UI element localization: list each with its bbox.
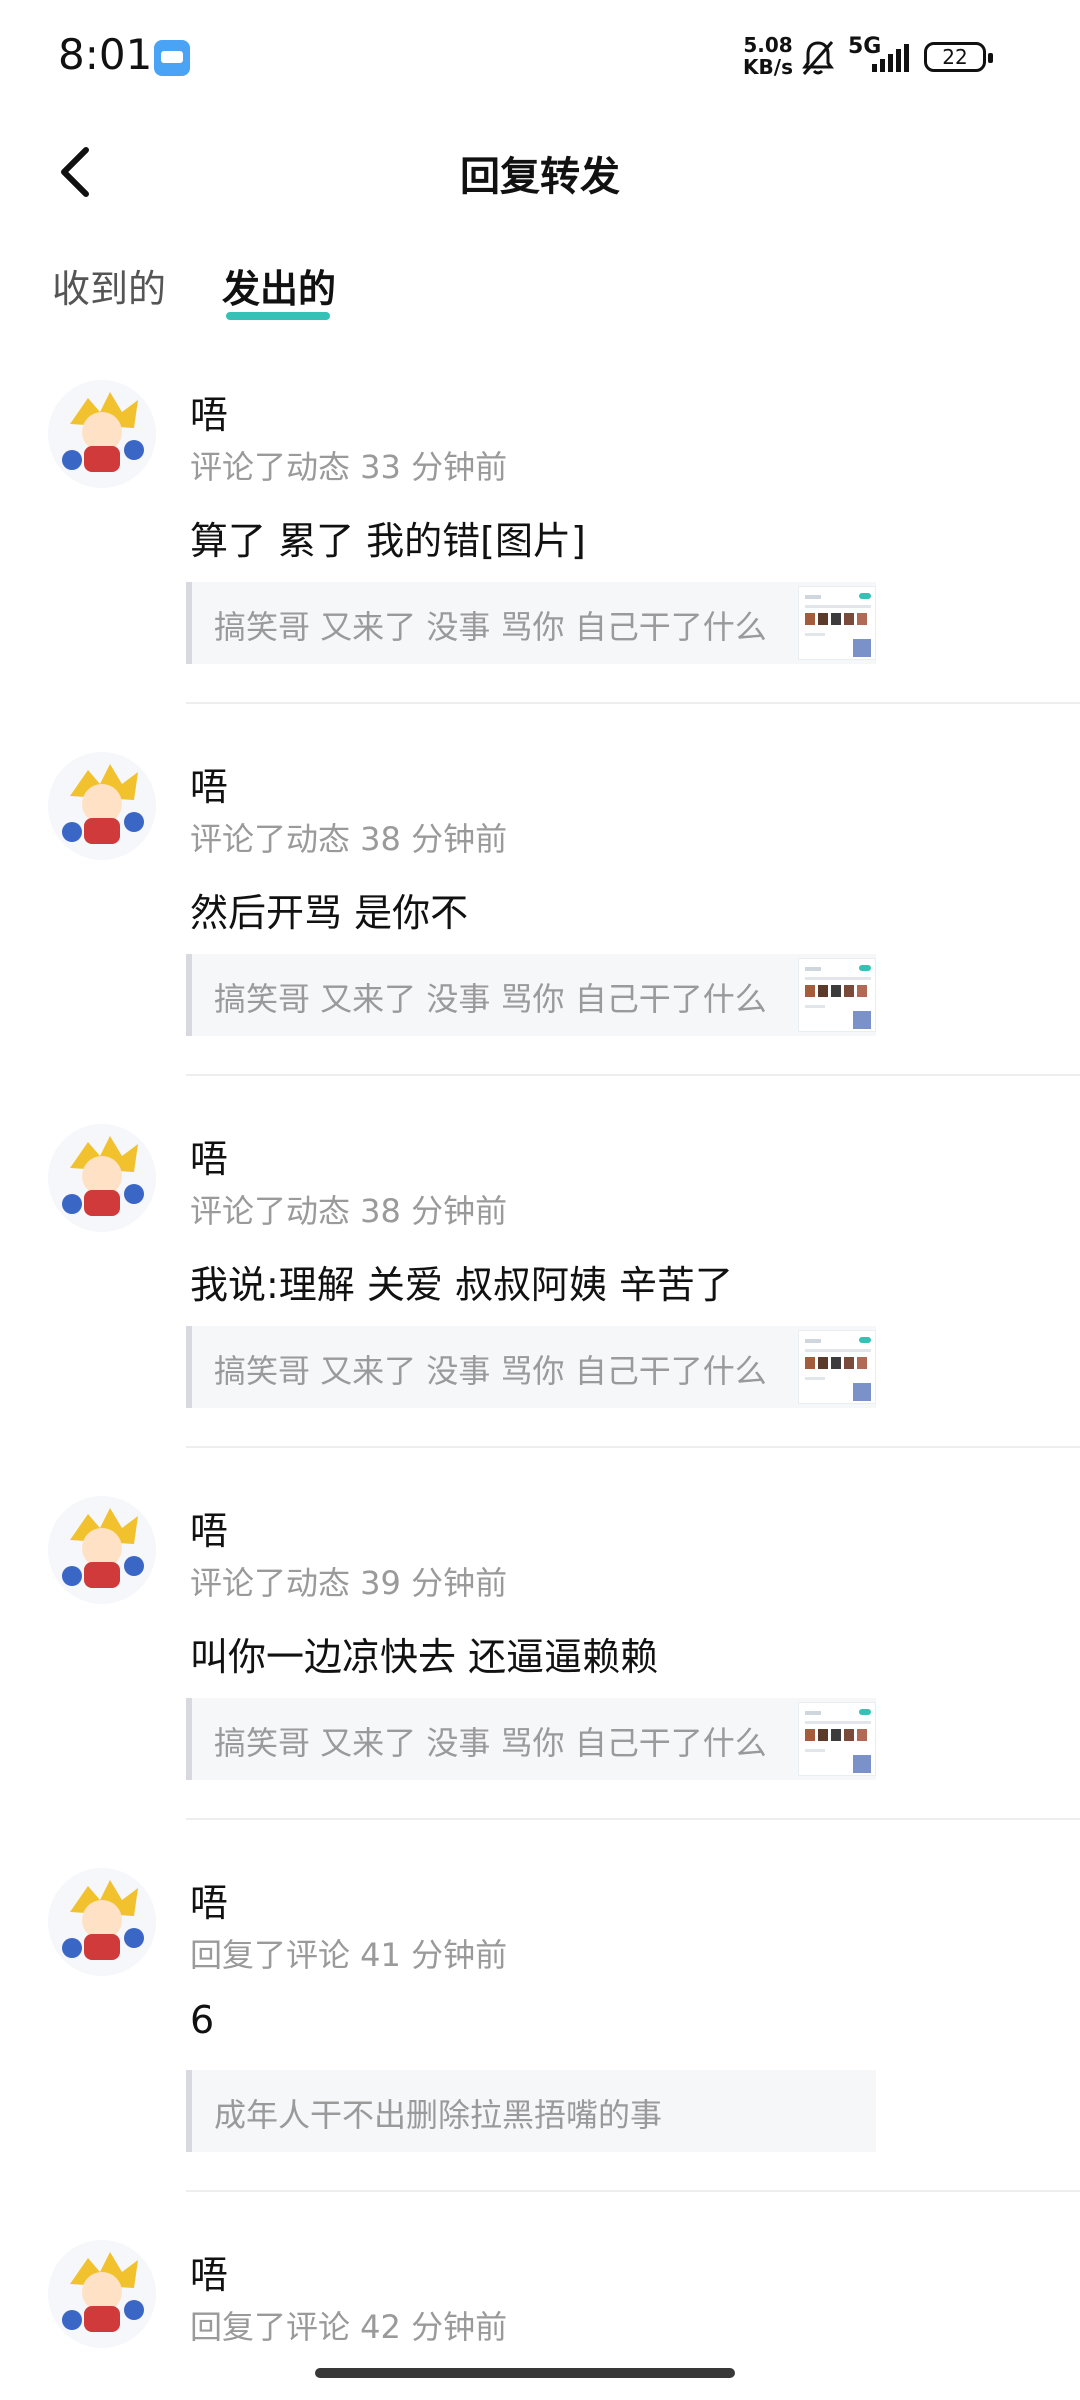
status-time: 8:01 bbox=[58, 30, 153, 79]
avatar[interactable] bbox=[48, 2240, 156, 2348]
username[interactable]: 唔 bbox=[190, 756, 228, 811]
status-bar: 8:01 5.08 KB/s 5G 22 bbox=[0, 0, 1080, 110]
original-comment-text: 成年人干不出删除拉黑捂嘴的事 bbox=[214, 2096, 663, 2134]
list-item[interactable]: 唔 评论了动态 38 分钟前 我说:理解 关爱 叔叔阿姨 辛苦了 搞笑哥 又来了… bbox=[0, 1116, 1080, 1488]
original-post-preview[interactable]: 搞笑哥 又来了 没事 骂你 自己干了什么 bbox=[186, 954, 876, 1036]
comment-text: 叫你一边凉快去 还逼逼赖赖 bbox=[190, 1635, 659, 1679]
tabs: 收到的 发出的 bbox=[0, 258, 1080, 328]
divider bbox=[186, 1818, 1080, 1820]
list-item[interactable]: 唔 评论了动态 38 分钟前 然后开骂 是你不 搞笑哥 又来了 没事 骂你 自己… bbox=[0, 744, 1080, 1116]
tab-selected-indicator bbox=[226, 312, 330, 320]
list-item[interactable]: 唔 回复了评论 41 分钟前 6 成年人干不出删除拉黑捂嘴的事 bbox=[0, 1860, 1080, 2232]
original-post-text: 搞笑哥 又来了 没事 骂你 自己干了什么 bbox=[214, 1724, 767, 1762]
item-meta: 回复了评论 42 分钟前 bbox=[190, 2308, 508, 2346]
item-meta: 评论了动态 33 分钟前 bbox=[190, 448, 508, 486]
username[interactable]: 唔 bbox=[190, 384, 228, 439]
post-thumbnail bbox=[798, 586, 876, 660]
avatar[interactable] bbox=[48, 1124, 156, 1232]
post-thumbnail bbox=[798, 1330, 876, 1404]
battery-icon: 22 bbox=[924, 42, 993, 72]
username[interactable]: 唔 bbox=[190, 1500, 228, 1555]
original-post-text: 搞笑哥 又来了 没事 骂你 自己干了什么 bbox=[214, 980, 767, 1018]
post-thumbnail bbox=[798, 1702, 876, 1776]
username[interactable]: 唔 bbox=[190, 1128, 228, 1183]
divider bbox=[186, 1446, 1080, 1448]
list-item[interactable]: 唔 评论了动态 39 分钟前 叫你一边凉快去 还逼逼赖赖 搞笑哥 又来了 没事 … bbox=[0, 1488, 1080, 1860]
comment-text: 6 bbox=[190, 1998, 215, 2042]
tab-sent[interactable]: 发出的 bbox=[222, 258, 336, 313]
original-comment-preview[interactable]: 成年人干不出删除拉黑捂嘴的事 bbox=[186, 2070, 876, 2152]
network-speed: 5.08 KB/s bbox=[738, 34, 798, 78]
divider bbox=[186, 1074, 1080, 1076]
app-notification-icon bbox=[154, 40, 190, 76]
bell-mute-icon bbox=[802, 41, 834, 75]
divider bbox=[186, 702, 1080, 704]
original-post-text: 搞笑哥 又来了 没事 骂你 自己干了什么 bbox=[214, 1352, 767, 1390]
page-title: 回复转发 bbox=[460, 154, 620, 200]
username[interactable]: 唔 bbox=[190, 1872, 228, 1927]
item-meta: 回复了评论 41 分钟前 bbox=[190, 1936, 508, 1974]
battery-level: 22 bbox=[942, 45, 968, 69]
avatar[interactable] bbox=[48, 380, 156, 488]
avatar[interactable] bbox=[48, 1496, 156, 1604]
tab-received[interactable]: 收到的 bbox=[52, 258, 166, 313]
network-speed-unit: KB/s bbox=[743, 55, 793, 79]
network-speed-value: 5.08 bbox=[743, 33, 793, 57]
comment-text: 算了 累了 我的错[图片] bbox=[190, 519, 586, 563]
item-meta: 评论了动态 38 分钟前 bbox=[190, 1192, 508, 1230]
original-post-preview[interactable]: 搞笑哥 又来了 没事 骂你 自己干了什么 bbox=[186, 1698, 876, 1780]
original-post-text: 搞笑哥 又来了 没事 骂你 自己干了什么 bbox=[214, 608, 767, 646]
item-meta: 评论了动态 39 分钟前 bbox=[190, 1564, 508, 1602]
signal-icon bbox=[872, 44, 909, 72]
username[interactable]: 唔 bbox=[190, 2244, 228, 2299]
avatar[interactable] bbox=[48, 1868, 156, 1976]
divider bbox=[186, 2190, 1080, 2192]
list-item[interactable]: 唔 评论了动态 33 分钟前 算了 累了 我的错[图片] 搞笑哥 又来了 没事 … bbox=[0, 372, 1080, 744]
original-post-preview[interactable]: 搞笑哥 又来了 没事 骂你 自己干了什么 bbox=[186, 1326, 876, 1408]
comment-text: 我说:理解 关爱 叔叔阿姨 辛苦了 bbox=[190, 1263, 734, 1307]
avatar[interactable] bbox=[48, 752, 156, 860]
post-thumbnail bbox=[798, 958, 876, 1032]
original-post-preview[interactable]: 搞笑哥 又来了 没事 骂你 自己干了什么 bbox=[186, 582, 876, 664]
item-meta: 评论了动态 38 分钟前 bbox=[190, 820, 508, 858]
comment-text: 然后开骂 是你不 bbox=[190, 891, 469, 935]
home-indicator[interactable] bbox=[315, 2368, 735, 2378]
header: 回复转发 bbox=[0, 120, 1080, 220]
